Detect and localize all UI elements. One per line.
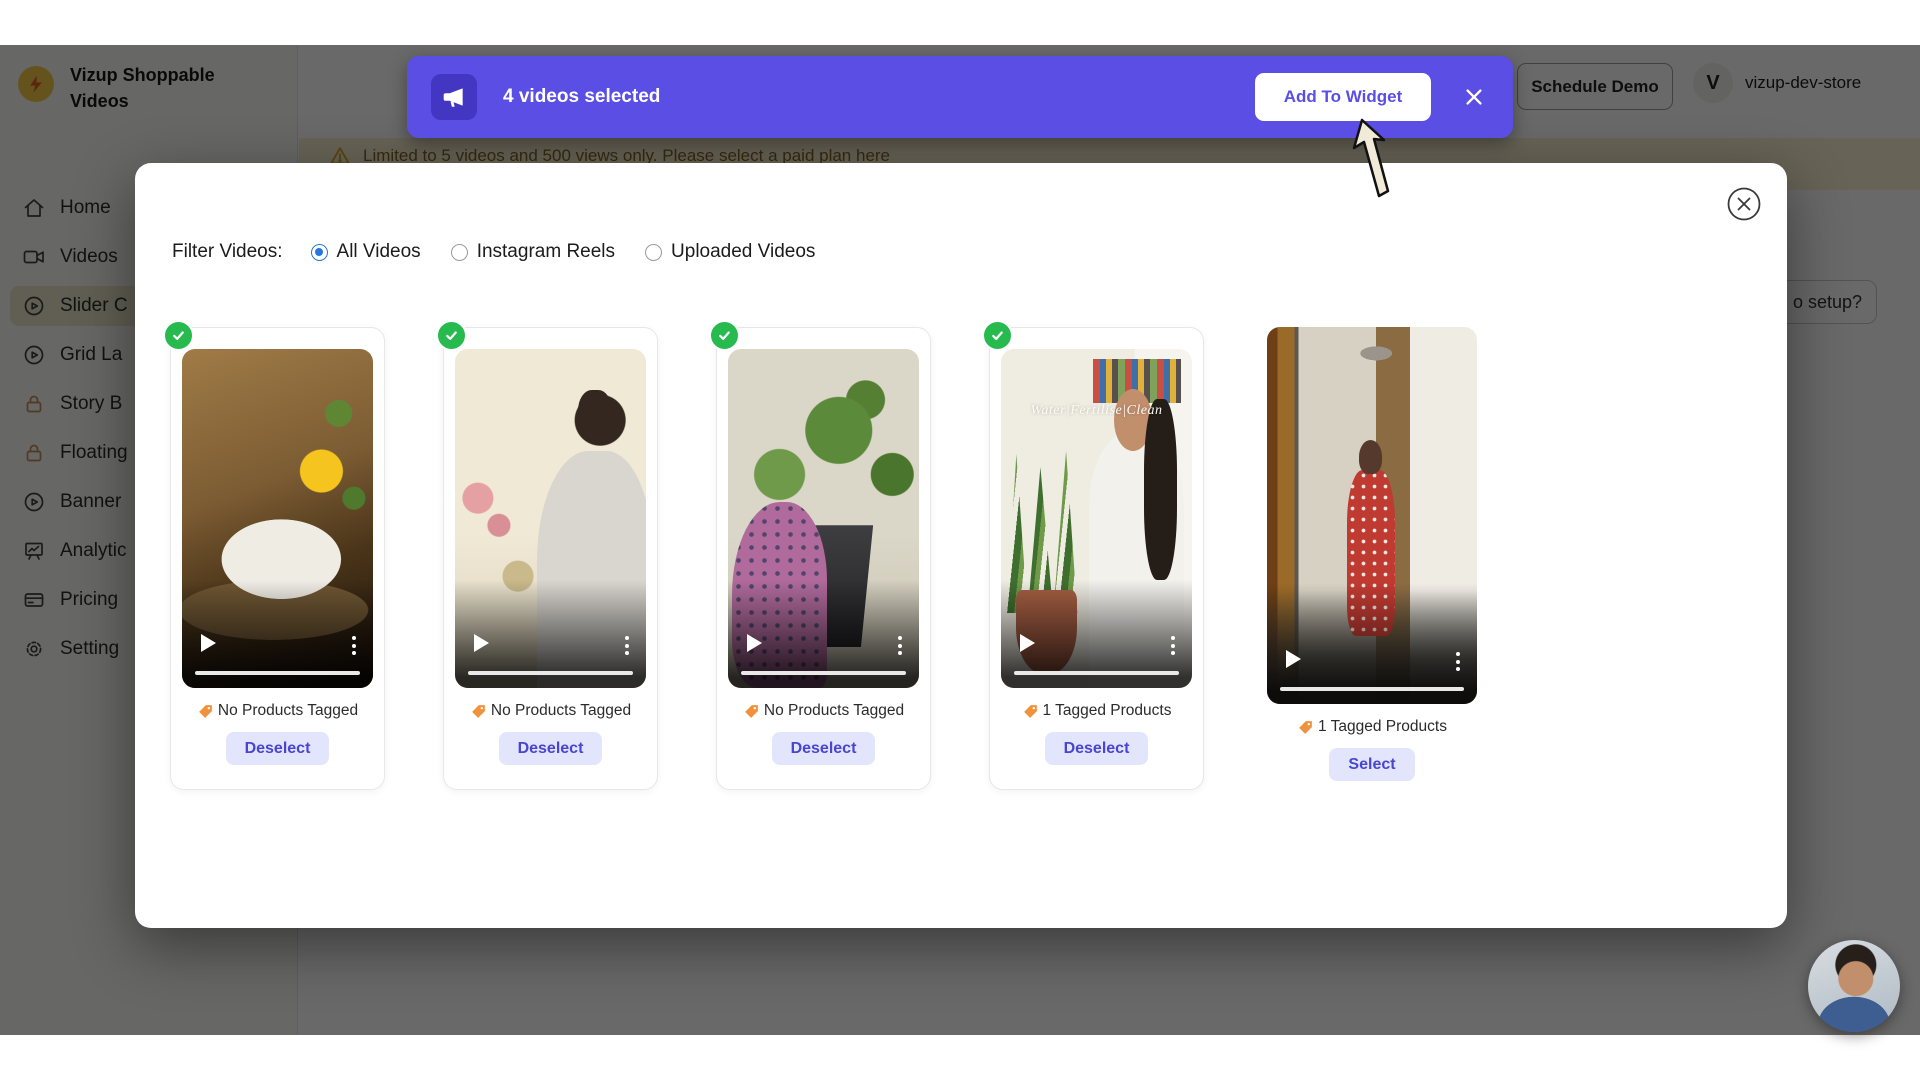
video-progress-bar[interactable]	[1280, 687, 1464, 691]
tag-icon	[1297, 719, 1314, 736]
radio-icon[interactable]	[645, 244, 662, 261]
video-card-3: No Products Tagged Deselect	[716, 327, 931, 790]
filter-option-all-videos[interactable]: All Videos	[311, 241, 421, 263]
filter-option-uploaded-videos[interactable]: Uploaded Videos	[645, 241, 815, 263]
video-progress-bar[interactable]	[468, 671, 633, 675]
tag-row: No Products Tagged	[197, 702, 358, 720]
video-select-modal: Filter Videos: All Videos Instagram Reel…	[135, 163, 1787, 928]
video-thumbnail-plant-care[interactable]: Water|Fertilise|Clean	[1001, 349, 1192, 688]
play-icon[interactable]	[1286, 650, 1301, 668]
page: Vizup Shoppable Videos Home Videos Slide…	[0, 0, 1920, 1080]
video-menu-icon[interactable]	[898, 636, 902, 655]
video-card-1: No Products Tagged Deselect	[170, 327, 385, 790]
selected-check-icon	[163, 320, 194, 351]
tag-text: 1 Tagged Products	[1318, 718, 1447, 736]
filter-option-label: Uploaded Videos	[671, 241, 815, 263]
deselect-button[interactable]: Deselect	[226, 732, 330, 765]
selection-toast: 4 videos selected Add To Widget	[407, 56, 1513, 138]
video-progress-bar[interactable]	[195, 671, 360, 675]
video-progress-bar[interactable]	[741, 671, 906, 675]
tag-text: No Products Tagged	[764, 702, 904, 720]
tag-text: No Products Tagged	[218, 702, 358, 720]
video-thumbnail-plant-holding[interactable]	[728, 349, 919, 688]
filter-option-label: Instagram Reels	[477, 241, 615, 263]
tag-icon	[1022, 703, 1039, 720]
video-thumbnail-interview[interactable]	[455, 349, 646, 688]
tag-icon	[743, 703, 760, 720]
radio-icon[interactable]	[451, 244, 468, 261]
tag-icon	[470, 703, 487, 720]
selected-check-icon	[982, 320, 1013, 351]
add-to-widget-button[interactable]: Add To Widget	[1255, 73, 1431, 121]
filter-row: Filter Videos: All Videos Instagram Reel…	[172, 241, 815, 263]
video-thumbnail-flower-pot[interactable]	[182, 349, 373, 688]
toast-close-icon[interactable]	[1459, 82, 1489, 112]
tag-row: No Products Tagged	[743, 702, 904, 720]
deselect-button[interactable]: Deselect	[772, 732, 876, 765]
play-icon[interactable]	[474, 634, 489, 652]
bottom-margin	[0, 1035, 1920, 1080]
mouse-cursor	[1352, 118, 1400, 207]
filter-label: Filter Videos:	[172, 241, 283, 263]
radio-icon[interactable]	[311, 244, 328, 261]
video-card-list: No Products Tagged Deselect No Products …	[170, 327, 1477, 790]
tag-icon	[197, 703, 214, 720]
video-progress-bar[interactable]	[1014, 671, 1179, 675]
play-icon[interactable]	[747, 634, 762, 652]
video-menu-icon[interactable]	[625, 636, 629, 655]
video-thumbnail-hallway-outfit[interactable]	[1267, 327, 1477, 704]
modal-close-icon[interactable]	[1725, 185, 1763, 223]
select-button[interactable]: Select	[1329, 748, 1414, 781]
selected-check-icon	[436, 320, 467, 351]
video-menu-icon[interactable]	[1456, 652, 1460, 671]
tag-text: No Products Tagged	[491, 702, 631, 720]
video-card-4: Water|Fertilise|Clean 1 Tagged Products …	[989, 327, 1204, 790]
play-icon[interactable]	[1020, 634, 1035, 652]
support-chat-avatar[interactable]	[1808, 940, 1900, 1032]
tag-row: 1 Tagged Products	[1297, 718, 1447, 736]
deselect-button[interactable]: Deselect	[499, 732, 603, 765]
filter-options: All Videos Instagram Reels Uploaded Vide…	[311, 241, 816, 263]
toast-message: 4 videos selected	[503, 86, 1255, 108]
video-menu-icon[interactable]	[352, 636, 356, 655]
tag-row: 1 Tagged Products	[1022, 702, 1172, 720]
filter-option-label: All Videos	[337, 241, 421, 263]
megaphone-icon	[431, 74, 477, 120]
video-shade	[1267, 583, 1477, 704]
video-card-2: No Products Tagged Deselect	[443, 327, 658, 790]
deselect-button[interactable]: Deselect	[1045, 732, 1149, 765]
filter-option-instagram-reels[interactable]: Instagram Reels	[451, 241, 615, 263]
tag-row: No Products Tagged	[470, 702, 631, 720]
tag-text: 1 Tagged Products	[1043, 702, 1172, 720]
play-icon[interactable]	[201, 634, 216, 652]
video-card-5: 1 Tagged Products Select	[1267, 327, 1477, 781]
video-caption: Water|Fertilise|Clean	[1001, 403, 1192, 419]
selected-check-icon	[709, 320, 740, 351]
video-menu-icon[interactable]	[1171, 636, 1175, 655]
